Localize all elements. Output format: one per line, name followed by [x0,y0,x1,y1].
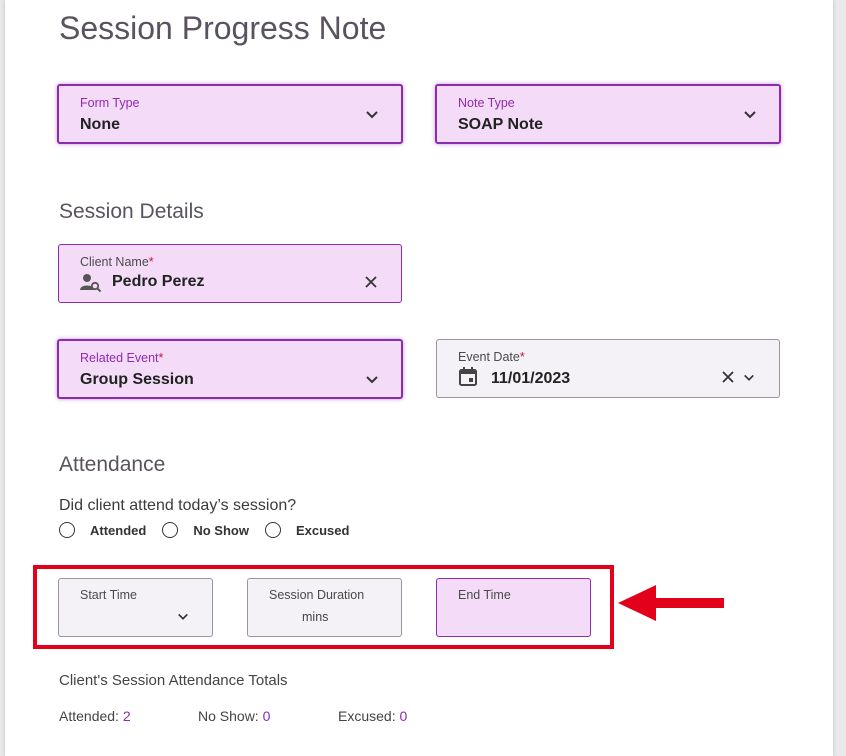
totals-excused: Excused: 0 [338,708,408,724]
event-date-field[interactable]: Event Date* 11/01/2023 [436,339,780,398]
attendance-question: Did client attend today’s session? [59,497,297,514]
related-event-value: Group Session [80,371,194,388]
chevron-down-icon [744,111,756,119]
client-name-value: Pedro Perez [112,273,205,290]
note-type-select[interactable]: Note Type SOAP Note [435,84,781,144]
form-type-label: Form Type [80,96,140,110]
attendance-heading: Attendance [59,453,166,476]
attendance-totals-heading: Client's Session Attendance Totals [59,672,288,689]
totals-no-show: No Show: 0 [198,708,271,724]
radio-attended[interactable] [59,522,75,538]
session-details-heading: Session Details [59,200,204,223]
page-title: Session Progress Note [59,10,387,46]
person-search-icon [80,274,102,293]
chevron-down-icon[interactable] [743,373,755,383]
note-type-label: Note Type [458,96,515,110]
radio-excused[interactable] [264,522,281,538]
event-date-value: 11/01/2023 [491,370,571,387]
radio-attended-label[interactable]: Attended [90,523,146,538]
client-name-label: Client Name* [80,255,154,269]
attendance-radio-group: Attended No Show Excused [59,519,365,541]
note-type-value: SOAP Note [458,116,544,133]
close-icon[interactable] [721,370,735,384]
related-event-select[interactable]: Related Event* Group Session [57,339,403,399]
chevron-down-icon [366,376,378,384]
client-name-field[interactable]: Client Name* Pedro Perez [58,244,402,303]
close-icon[interactable] [364,275,378,289]
calendar-icon[interactable] [459,367,477,386]
form-type-select[interactable]: Form Type None [57,84,403,144]
totals-attended: Attended: 2 [59,708,131,724]
arrow-left-icon [618,585,724,621]
radio-excused-label[interactable]: Excused [296,523,349,538]
form-type-value: None [80,116,120,133]
radio-no-show[interactable] [162,522,179,538]
event-date-label: Event Date* [458,350,525,364]
related-event-label: Related Event* [80,351,164,365]
radio-no-show-label[interactable]: No Show [193,523,249,538]
chevron-down-icon [366,111,378,119]
annotation-highlight-box [33,565,614,649]
